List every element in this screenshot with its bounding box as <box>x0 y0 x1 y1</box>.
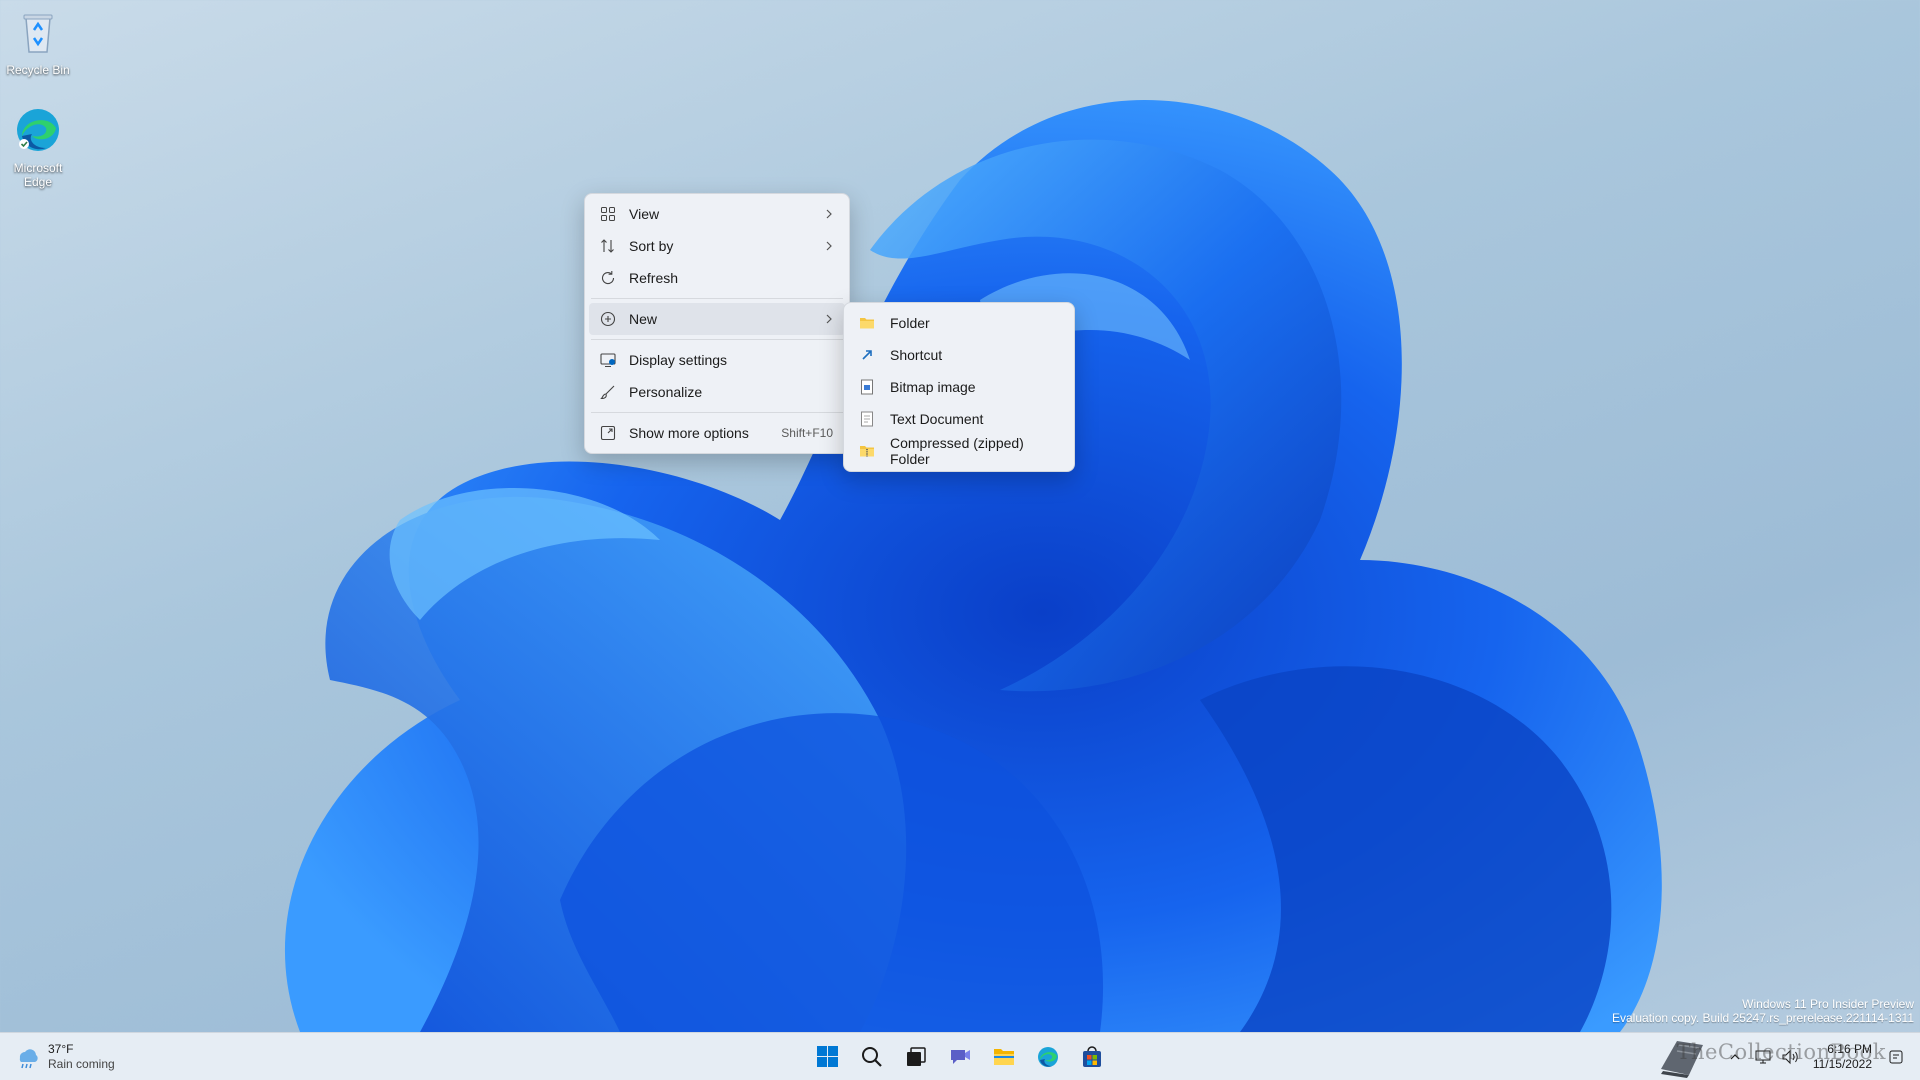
search-button[interactable] <box>852 1037 892 1077</box>
desktop-context-menu: View Sort by Refresh New Display setting… <box>584 193 850 454</box>
menu-item-label: Display settings <box>629 352 728 368</box>
chevron-up-icon <box>1730 1054 1740 1060</box>
folder-icon <box>860 318 874 329</box>
task-view-button[interactable] <box>896 1037 936 1077</box>
refresh-icon <box>601 271 615 285</box>
system-tray: 6:16 PM 11/15/2022 <box>1655 1033 1910 1080</box>
menu-item-label: Bitmap image <box>890 379 976 395</box>
plus-circle-icon <box>600 311 616 327</box>
menu-item-label: Show more options <box>629 425 749 441</box>
new-submenu: Folder Shortcut Bitmap image Text Docume… <box>843 302 1075 472</box>
menu-separator <box>591 298 843 299</box>
store-button[interactable] <box>1072 1037 1112 1077</box>
start-button[interactable] <box>808 1037 848 1077</box>
notifications-button[interactable] <box>1886 1047 1906 1067</box>
notification-icon <box>1889 1050 1903 1064</box>
shortcut-arrow-icon <box>862 350 872 360</box>
desktop-icon-edge[interactable]: Microsoft Edge <box>4 106 72 189</box>
desktop-icon-recycle-bin[interactable]: Recycle Bin <box>4 8 72 77</box>
brush-icon <box>600 385 615 400</box>
expand-icon <box>600 425 616 441</box>
weather-widget[interactable]: 37°F Rain coming <box>14 1041 115 1073</box>
search-icon <box>862 1047 882 1067</box>
menu-item-label: Folder <box>890 315 930 331</box>
sort-arrows-icon <box>601 239 614 253</box>
grid-view-icon <box>601 207 615 221</box>
chat-button[interactable] <box>940 1037 980 1077</box>
chevron-up-button[interactable] <box>1725 1047 1745 1067</box>
menu-item-label: View <box>629 206 660 222</box>
watermark-line-1: Windows 11 Pro Insider Preview <box>1742 997 1914 1011</box>
menu-item-label: Text Document <box>890 411 984 427</box>
submenu-item-compressed-folder[interactable]: Compressed (zipped) Folder <box>848 435 1070 467</box>
submenu-item-bitmap-image[interactable]: Bitmap image <box>848 371 1070 403</box>
menu-item-display-settings[interactable]: Display settings <box>589 344 845 376</box>
volume-button[interactable] <box>1781 1047 1801 1067</box>
chevron-right-icon <box>826 314 832 324</box>
menu-item-label: Shortcut <box>890 347 943 363</box>
menu-item-show-more-options[interactable]: Show more options Shift+F10 <box>589 417 845 449</box>
task-view-icon <box>907 1047 926 1066</box>
menu-separator <box>591 339 843 340</box>
taskbar-apps <box>808 1037 1112 1077</box>
menu-item-label: Sort by <box>629 238 674 254</box>
chat-icon <box>951 1050 970 1064</box>
desktop-icon-label: Microsoft Edge <box>13 161 63 189</box>
menu-item-label: Compressed (zipped) Folder <box>890 435 1024 467</box>
submenu-item-shortcut[interactable]: Shortcut <box>848 339 1070 371</box>
edge-icon <box>17 109 59 151</box>
desktop-wallpaper <box>284 100 1662 1032</box>
text-file-icon <box>861 411 873 427</box>
bitmap-file-icon <box>861 379 873 395</box>
edge-icon <box>1038 1047 1058 1067</box>
menu-item-sort-by[interactable]: Sort by <box>589 230 845 262</box>
book-logo-icon <box>1660 1041 1703 1078</box>
recycle-bin-icon <box>23 14 53 53</box>
volume-icon <box>1782 1049 1798 1065</box>
start-icon <box>817 1046 838 1067</box>
edge-button[interactable] <box>1028 1037 1068 1077</box>
menu-item-label: Refresh <box>629 270 679 286</box>
network-monitor-icon <box>1755 1050 1771 1064</box>
desktop-icon-label: Recycle Bin <box>6 63 70 77</box>
weather-condition: Rain coming <box>48 1057 115 1071</box>
store-icon <box>1083 1046 1101 1067</box>
display-icon <box>600 353 616 367</box>
evaluation-watermark: Windows 11 Pro Insider Preview Evaluatio… <box>1612 997 1914 1025</box>
menu-item-view[interactable]: View <box>589 198 845 230</box>
file-explorer-button[interactable] <box>984 1037 1024 1077</box>
clock-date: 11/15/2022 <box>1812 1057 1872 1071</box>
clock-time: 6:16 PM <box>1827 1042 1872 1056</box>
submenu-item-text-document[interactable]: Text Document <box>848 403 1070 435</box>
chevron-right-icon <box>826 209 832 219</box>
network-button[interactable] <box>1753 1047 1773 1067</box>
menu-item-label: New <box>629 311 658 327</box>
system-clock[interactable]: 6:16 PM 11/15/2022 <box>1813 1042 1872 1072</box>
menu-item-refresh[interactable]: Refresh <box>589 262 845 294</box>
menu-separator <box>591 412 843 413</box>
keyboard-shortcut: Shift+F10 <box>781 426 833 440</box>
weather-temperature: 37°F <box>48 1042 74 1056</box>
zip-folder-icon <box>860 446 874 457</box>
menu-item-label: Personalize <box>629 384 703 400</box>
menu-item-new[interactable]: New <box>589 303 845 335</box>
chevron-right-icon <box>826 241 832 251</box>
menu-item-personalize[interactable]: Personalize <box>589 376 845 408</box>
file-explorer-icon <box>994 1049 1014 1065</box>
submenu-item-folder[interactable]: Folder <box>848 307 1070 339</box>
rain-cloud-icon <box>19 1049 38 1069</box>
watermark-line-2: Evaluation copy. Build 25247.rs_prerelea… <box>1612 1011 1914 1025</box>
taskbar: 37°F Rain coming 6:16 PM 11/15/2022 <box>0 1032 1920 1080</box>
